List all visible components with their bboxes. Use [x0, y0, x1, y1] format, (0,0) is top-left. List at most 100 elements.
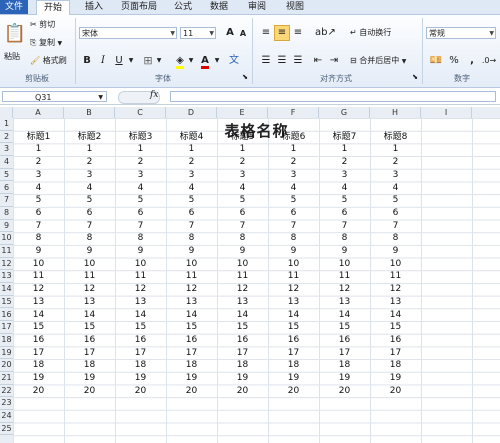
font-size-select[interactable]: 11 ▼	[180, 27, 216, 39]
data-cell[interactable]: 2	[319, 156, 370, 169]
underline-button[interactable]: U	[112, 53, 126, 69]
data-cell[interactable]: 9	[319, 245, 370, 258]
data-cell[interactable]: 6	[64, 207, 115, 220]
data-cell[interactable]: 10	[13, 258, 64, 271]
row-header-15[interactable]: 15	[0, 296, 13, 309]
data-cell[interactable]: 8	[319, 232, 370, 245]
data-cell[interactable]: 8	[217, 232, 268, 245]
data-cell[interactable]: 16	[166, 334, 217, 347]
data-cell[interactable]: 18	[370, 359, 421, 372]
data-cell[interactable]: 15	[115, 321, 166, 334]
data-cell[interactable]: 8	[268, 232, 319, 245]
data-cell[interactable]: 5	[268, 194, 319, 207]
data-cell[interactable]: 15	[370, 321, 421, 334]
header-cell[interactable]: 标题6	[268, 131, 319, 144]
data-cell[interactable]: 1	[319, 143, 370, 156]
row-header-20[interactable]: 20	[0, 359, 13, 372]
italic-button[interactable]: I	[96, 53, 110, 69]
column-header-d[interactable]: D	[166, 107, 217, 118]
data-cell[interactable]: 16	[268, 334, 319, 347]
tab-data[interactable]: 数据	[204, 0, 234, 14]
percent-button[interactable]: %	[446, 53, 462, 69]
header-cell[interactable]: 标题5	[217, 131, 268, 144]
data-cell[interactable]: 7	[166, 220, 217, 233]
row-header-10[interactable]: 10	[0, 232, 13, 245]
row-header-25[interactable]: 25	[0, 423, 13, 436]
data-cell[interactable]: 13	[268, 296, 319, 309]
data-cell[interactable]: 4	[319, 182, 370, 195]
align-bottom-icon[interactable]: ≡	[290, 25, 306, 41]
data-cell[interactable]: 18	[64, 359, 115, 372]
data-cell[interactable]: 20	[217, 385, 268, 398]
data-cell[interactable]: 15	[64, 321, 115, 334]
paste-button[interactable]: 粘贴	[4, 51, 20, 62]
row-header-17[interactable]: 17	[0, 321, 13, 334]
data-cell[interactable]: 10	[268, 258, 319, 271]
data-cell[interactable]: 2	[217, 156, 268, 169]
data-cell[interactable]: 19	[319, 372, 370, 385]
data-cell[interactable]: 10	[64, 258, 115, 271]
data-cell[interactable]: 19	[166, 372, 217, 385]
data-cell[interactable]: 16	[13, 334, 64, 347]
data-cell[interactable]: 3	[217, 169, 268, 182]
data-cell[interactable]: 11	[319, 270, 370, 283]
data-cell[interactable]: 15	[319, 321, 370, 334]
data-cell[interactable]: 13	[319, 296, 370, 309]
data-cell[interactable]: 19	[64, 372, 115, 385]
column-header-c[interactable]: C	[115, 107, 166, 118]
row-header-14[interactable]: 14	[0, 283, 13, 296]
data-cell[interactable]: 3	[115, 169, 166, 182]
data-cell[interactable]: 4	[166, 182, 217, 195]
data-cell[interactable]: 11	[64, 270, 115, 283]
data-cell[interactable]: 17	[64, 347, 115, 360]
data-cell[interactable]: 2	[13, 156, 64, 169]
data-cell[interactable]: 8	[13, 232, 64, 245]
data-cell[interactable]: 6	[319, 207, 370, 220]
data-cell[interactable]: 13	[64, 296, 115, 309]
data-cell[interactable]: 7	[370, 220, 421, 233]
row-header-12[interactable]: 12	[0, 258, 13, 271]
tab-view[interactable]: 视图	[280, 0, 310, 14]
data-cell[interactable]: 7	[268, 220, 319, 233]
increase-decimal-icon[interactable]: .0→	[480, 53, 498, 69]
data-cell[interactable]: 6	[217, 207, 268, 220]
dialog-launcher-icon[interactable]: ⬊	[240, 71, 250, 83]
data-cell[interactable]: 8	[370, 232, 421, 245]
row-header-4[interactable]: 4	[0, 156, 13, 169]
data-cell[interactable]: 7	[319, 220, 370, 233]
tab-home[interactable]: 开始	[36, 0, 70, 15]
data-cell[interactable]: 1	[370, 143, 421, 156]
data-cell[interactable]: 20	[319, 385, 370, 398]
select-all-corner[interactable]	[0, 107, 13, 118]
data-cell[interactable]: 2	[268, 156, 319, 169]
data-cell[interactable]: 20	[115, 385, 166, 398]
wrap-text-button[interactable]: ↵ 自动换行	[350, 27, 391, 38]
data-cell[interactable]: 7	[217, 220, 268, 233]
data-cell[interactable]: 5	[13, 194, 64, 207]
column-header-b[interactable]: B	[64, 107, 115, 118]
data-cell[interactable]: 5	[370, 194, 421, 207]
data-cell[interactable]: 9	[217, 245, 268, 258]
data-cell[interactable]: 4	[64, 182, 115, 195]
bold-button[interactable]: B	[80, 53, 94, 69]
data-cell[interactable]: 15	[268, 321, 319, 334]
data-cell[interactable]: 12	[64, 283, 115, 296]
data-cell[interactable]: 16	[64, 334, 115, 347]
data-cell[interactable]: 9	[166, 245, 217, 258]
data-cell[interactable]: 19	[217, 372, 268, 385]
data-cell[interactable]: 12	[319, 283, 370, 296]
data-cell[interactable]: 17	[13, 347, 64, 360]
data-cell[interactable]: 11	[370, 270, 421, 283]
data-cell[interactable]: 2	[370, 156, 421, 169]
data-cell[interactable]: 13	[217, 296, 268, 309]
data-cell[interactable]: 6	[166, 207, 217, 220]
header-cell[interactable]: 标题1	[13, 131, 64, 144]
data-cell[interactable]: 20	[13, 385, 64, 398]
data-cell[interactable]: 9	[64, 245, 115, 258]
comma-button[interactable]: ,	[464, 53, 480, 69]
header-cell[interactable]: 标题3	[115, 131, 166, 144]
data-cell[interactable]: 17	[370, 347, 421, 360]
data-cell[interactable]: 15	[13, 321, 64, 334]
currency-icon[interactable]: 💴	[428, 53, 444, 69]
tab-review[interactable]: 审阅	[242, 0, 272, 14]
